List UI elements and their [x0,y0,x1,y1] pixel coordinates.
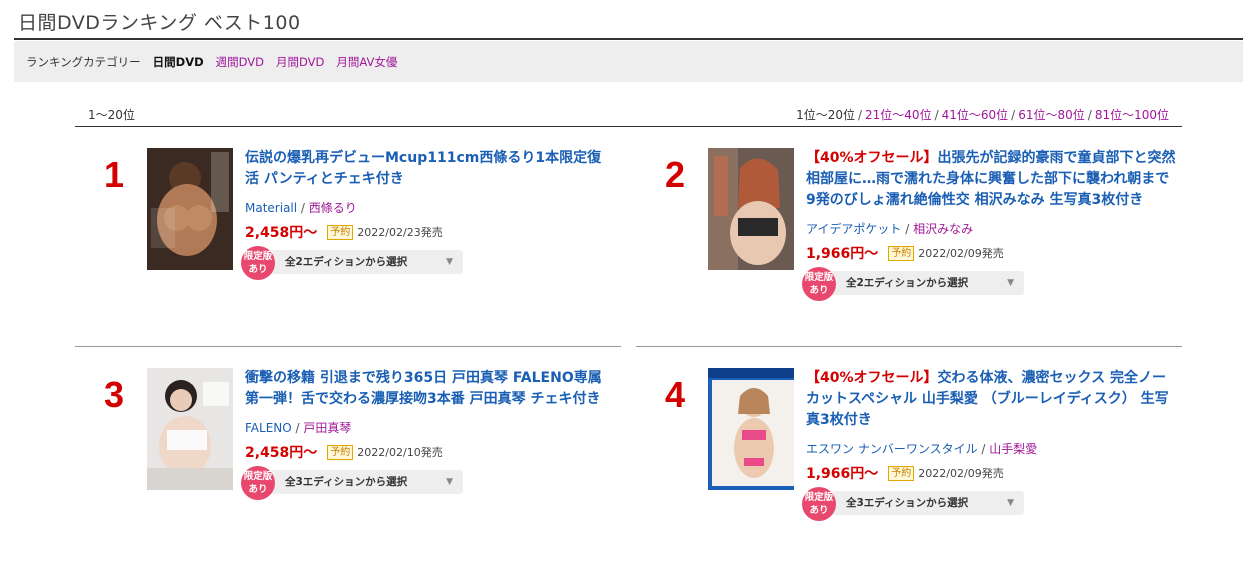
product-cover-image[interactable] [708,148,794,270]
rank-number: 2 [664,154,686,195]
release-date: 2022/02/23発売 [357,226,443,239]
category-label: ランキングカテゴリー [26,54,141,69]
limited-edition-badge: 限定版 あり [241,466,275,500]
chevron-down-icon: ▼ [446,257,453,267]
row-divider [75,346,621,347]
actress-link[interactable]: 西條るり [309,201,357,215]
range-pagination: 1位〜20位/21位〜40位/41位〜60位/61位〜80位/81位〜100位 [796,108,1169,122]
chevron-down-icon: ▼ [1007,498,1014,508]
title-divider [14,38,1243,40]
preorder-badge: 予約 [327,444,354,460]
preorder-badge: 予約 [888,465,915,481]
release-date: 2022/02/09発売 [918,247,1004,260]
category-link-monthly[interactable]: 月間DVD [276,54,324,70]
chevron-down-icon: ▼ [1007,278,1014,288]
product-title-link[interactable]: 【40%オフセール】交わる体液、濃密セックス 完全ノーカットスペシャル 山手梨愛… [806,368,1176,431]
edition-dropdown[interactable]: 全3エディションから選択 ▼ [810,491,1024,515]
edition-selector[interactable]: 限定版 あり 全2エディションから選択 ▼ [802,267,1176,301]
range-link-61-80[interactable]: 61位〜80位 [1018,108,1085,122]
maker-link[interactable]: エスワン ナンバーワンスタイル [806,442,978,456]
edition-dropdown[interactable]: 全2エディションから選択 ▼ [249,250,463,274]
product-cover-image[interactable] [147,148,233,270]
maker-line: アイデアポケット / 相沢みなみ [806,222,974,236]
maker-line: Materiall / 西條るり [245,201,357,215]
product-cover-image[interactable] [147,368,233,490]
range-active: 1位〜20位 [796,108,855,122]
range-current: 1〜20位 [88,108,135,122]
rank-number: 1 [103,154,125,195]
ranking-item: 1 伝説の爆乳再デビューMcup111cm西條るり1本限定復活 パンティとチェキ… [89,148,609,348]
product-cover-image[interactable] [708,368,794,490]
category-link-weekly[interactable]: 週間DVD [216,54,264,70]
rank-number: 3 [103,374,125,415]
release-date: 2022/02/09発売 [918,467,1004,480]
limited-edition-badge: 限定版 あり [802,267,836,301]
actress-link[interactable]: 山手梨愛 [989,442,1037,456]
preorder-badge: 予約 [327,224,354,240]
release-date: 2022/02/10発売 [357,446,443,459]
ranking-item: 3 衝撃の移籍 引退まで残り365日 戸田真琴 FALENO専属第一弾！舌で交わ… [89,368,609,568]
price: 2,458円〜 [245,225,318,241]
range-link-41-60[interactable]: 41位〜60位 [942,108,1009,122]
maker-link[interactable]: アイデアポケット [806,222,901,236]
category-link-actress[interactable]: 月間AV女優 [336,54,397,70]
price: 1,966円〜 [806,246,879,262]
edition-dropdown[interactable]: 全2エディションから選択 ▼ [810,271,1024,295]
edition-selector[interactable]: 限定版 あり 全3エディションから選択 ▼ [241,466,615,500]
edition-selector[interactable]: 限定版 あり 全3エディションから選択 ▼ [802,487,1176,521]
maker-line: FALENO / 戸田真琴 [245,421,352,435]
page-title: 日間DVDランキング ベスト100 [18,12,301,34]
range-link-21-40[interactable]: 21位〜40位 [865,108,932,122]
maker-link[interactable]: FALENO [245,421,292,435]
product-title-link[interactable]: 伝説の爆乳再デビューMcup111cm西條るり1本限定復活 パンティとチェキ付き [245,148,615,190]
category-current: 日間DVD [152,54,204,69]
range-divider [75,126,1182,127]
product-title-link[interactable]: 衝撃の移籍 引退まで残り365日 戸田真琴 FALENO専属第一弾！舌で交わる濃… [245,368,615,410]
rank-number: 4 [664,374,686,415]
category-bar: ランキングカテゴリー 日間DVD 週間DVD 月間DVD 月間AV女優 [14,41,1243,82]
price: 1,966円〜 [806,466,879,482]
maker-line: エスワン ナンバーワンスタイル / 山手梨愛 [806,442,1038,456]
actress-link[interactable]: 相沢みなみ [913,222,973,236]
limited-edition-badge: 限定版 あり [802,487,836,521]
price: 2,458円〜 [245,445,318,461]
row-divider [636,346,1182,347]
product-title-link[interactable]: 【40%オフセール】出張先が記録的豪雨で童貞部下と突然相部屋に…雨で濡れた身体に… [806,148,1176,211]
preorder-badge: 予約 [888,245,915,261]
chevron-down-icon: ▼ [446,477,453,487]
limited-edition-badge: 限定版 あり [241,246,275,280]
edition-selector[interactable]: 限定版 あり 全2エディションから選択 ▼ [241,246,615,280]
range-link-81-100[interactable]: 81位〜100位 [1095,108,1169,122]
ranking-item: 4 【40%オフセール】交わる体液、濃密セックス 完全ノーカットスペシャル 山手… [650,368,1170,568]
maker-link[interactable]: Materiall [245,201,297,215]
actress-link[interactable]: 戸田真琴 [303,421,351,435]
edition-dropdown[interactable]: 全3エディションから選択 ▼ [249,470,463,494]
ranking-item: 2 【40%オフセール】出張先が記録的豪雨で童貞部下と突然相部屋に…雨で濡れた身… [650,148,1176,348]
